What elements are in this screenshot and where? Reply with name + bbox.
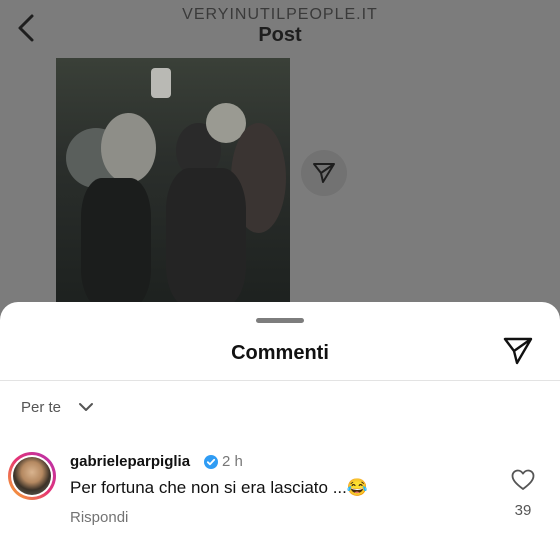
top-bar: VERYINUTILPEOPLE.IT Post <box>0 0 560 58</box>
divider <box>0 380 560 381</box>
filter-dropdown-label[interactable]: Per te <box>21 399 61 416</box>
comments-sheet: Commenti Per te gabrieleparpiglia 2 h Pe… <box>0 302 560 535</box>
page-title: Post <box>258 24 302 46</box>
like-count: 39 <box>514 502 532 519</box>
comment-username[interactable]: gabrieleparpiglia <box>70 453 190 470</box>
post-image[interactable] <box>56 58 290 308</box>
drag-handle[interactable] <box>256 318 304 323</box>
avatar-image <box>13 457 51 495</box>
site-watermark: VERYINUTILPEOPLE.IT <box>182 6 378 23</box>
send-icon <box>313 163 335 183</box>
avatar[interactable] <box>8 452 56 500</box>
comment-text: Per fortuna che non si era lasciato ...😂 <box>70 478 369 497</box>
avatar-ring <box>11 455 53 497</box>
share-button[interactable] <box>301 150 347 196</box>
chevron-down-icon[interactable] <box>78 401 94 413</box>
send-icon[interactable] <box>503 337 533 365</box>
sheet-title: Commenti <box>231 342 329 364</box>
comment-timestamp: 2 h <box>222 453 243 470</box>
heart-icon[interactable] <box>511 469 535 491</box>
verified-badge-icon <box>204 455 218 469</box>
reply-button[interactable]: Rispondi <box>70 509 128 526</box>
